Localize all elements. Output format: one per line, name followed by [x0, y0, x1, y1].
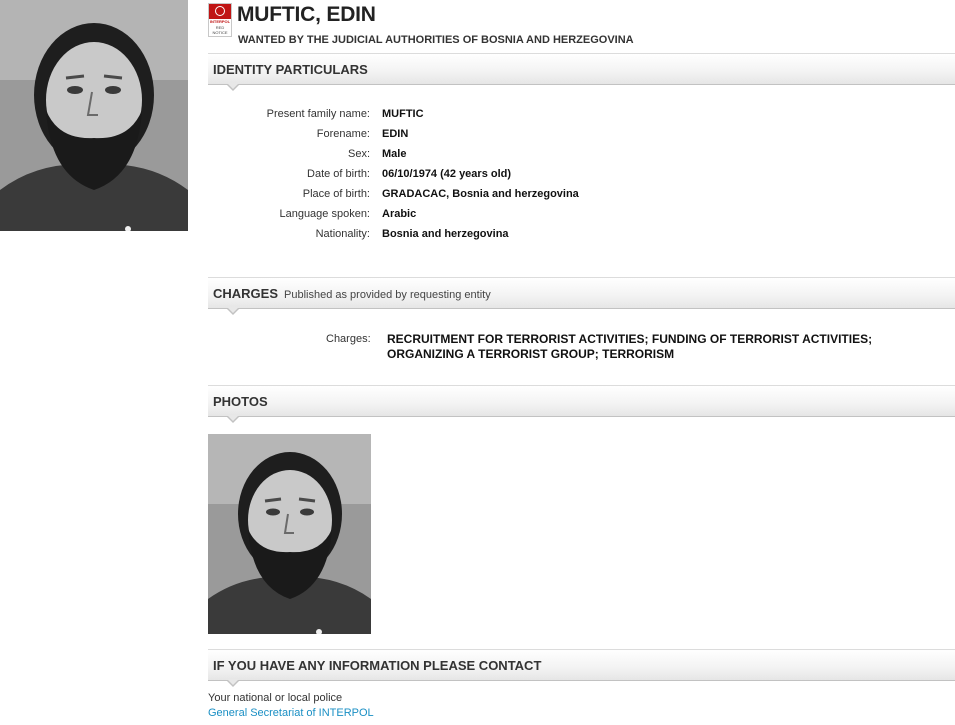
- charges-label: Charges:: [326, 333, 371, 345]
- language-label: Language spoken:: [279, 208, 370, 220]
- nationality-value: Bosnia and herzegovina: [382, 228, 509, 240]
- identity-row-family-name: Present family name: MUFTIC: [208, 108, 708, 128]
- page-title: MUFTIC, EDIN: [237, 3, 376, 26]
- forename-label: Forename:: [316, 128, 370, 140]
- portrait-photo: [0, 0, 188, 231]
- date-of-birth-label: Date of birth:: [307, 168, 370, 180]
- identity-row-place-of-birth: Place of birth: GRADACAC, Bosnia and her…: [208, 188, 708, 208]
- interpol-contact-link[interactable]: General Secretariat of INTERPOL: [208, 707, 374, 719]
- identity-table: Present family name: MUFTIC Forename: ED…: [208, 108, 708, 248]
- nationality-label: Nationality:: [315, 228, 370, 240]
- forename-value: EDIN: [382, 128, 409, 140]
- identity-section-header: IDENTITY PARTICULARS: [208, 53, 955, 91]
- language-value: Arabic: [382, 208, 417, 220]
- gallery-photo-image: [208, 434, 371, 634]
- sex-value: Male: [382, 148, 407, 160]
- sex-label: Sex:: [347, 148, 370, 160]
- family-name-label: Present family name:: [266, 108, 370, 120]
- identity-row-language: Language spoken: Arabic: [208, 208, 708, 228]
- place-of-birth-value: GRADACAC, Bosnia and herzegovina: [382, 188, 579, 200]
- wanted-by-subtitle: WANTED BY THE JUDICIAL AUTHORITIES OF BO…: [238, 34, 634, 46]
- contact-section-title: IF YOU HAVE ANY INFORMATION PLEASE CONTA…: [213, 658, 542, 673]
- gallery-photo-thumbnail[interactable]: [208, 434, 371, 634]
- charges-section-header: CHARGES Published as provided by requesti…: [208, 277, 955, 315]
- portrait-image: [0, 0, 188, 231]
- logo-interpol-text: INTERPOL: [209, 19, 231, 24]
- date-of-birth-value: 06/10/1974 (42 years old): [382, 168, 512, 180]
- photos-section-header: PHOTOS: [208, 385, 955, 423]
- contact-police-text: Your national or local police: [208, 692, 343, 704]
- identity-row-nationality: Nationality: Bosnia and herzegovina: [208, 228, 708, 248]
- charges-value: RECRUITMENT FOR TERRORIST ACTIVITIES; FU…: [387, 332, 873, 361]
- identity-row-date-of-birth: Date of birth: 06/10/1974 (42 years old): [208, 168, 708, 188]
- identity-section-title: IDENTITY PARTICULARS: [213, 62, 368, 77]
- place-of-birth-label: Place of birth:: [302, 188, 370, 200]
- photos-section-title: PHOTOS: [213, 394, 268, 409]
- charges-section-subtitle: Published as provided by requesting enti…: [284, 289, 491, 301]
- contact-section-header: IF YOU HAVE ANY INFORMATION PLEASE CONTA…: [208, 649, 955, 687]
- interpol-red-notice-icon: INTERPOL RED NOTICE: [208, 3, 232, 37]
- identity-row-forename: Forename: EDIN: [208, 128, 708, 148]
- family-name-value: MUFTIC: [382, 108, 424, 120]
- logo-notice-text: NOTICE: [212, 30, 228, 35]
- identity-row-sex: Sex: Male: [208, 148, 708, 168]
- charges-section-title: CHARGES: [213, 286, 279, 301]
